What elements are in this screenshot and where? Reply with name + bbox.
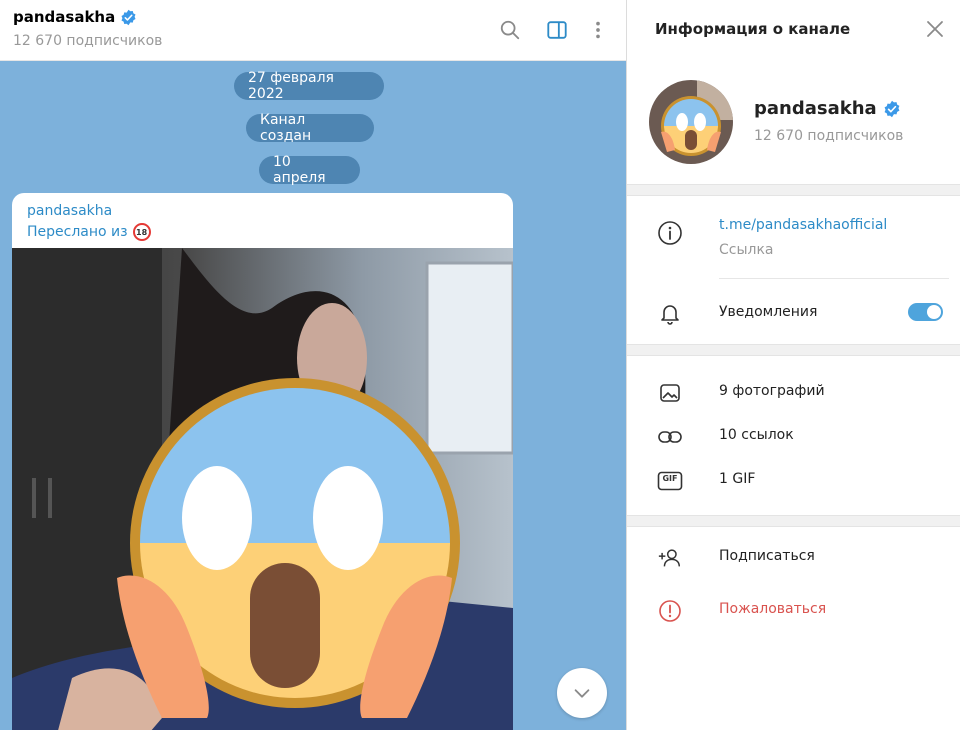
info-icon	[657, 220, 683, 246]
bell-icon	[657, 300, 683, 326]
more-vertical-icon[interactable]	[586, 18, 610, 42]
gif-icon-text: GIF	[662, 474, 678, 483]
message-bubble[interactable]: pandasakha Переслано из 18	[12, 193, 513, 730]
media-links[interactable]: 10 ссылок	[719, 427, 794, 443]
photo-icon	[657, 380, 683, 406]
chat-subscribers: 12 670 подписчиков	[13, 33, 163, 49]
section-divider	[627, 344, 960, 356]
section-divider	[627, 515, 960, 527]
chat-title-text: pandasakha	[13, 8, 116, 26]
date-pill: 27 февраля 2022	[234, 70, 384, 102]
message-author[interactable]: pandasakha	[27, 203, 112, 219]
chevron-down-icon	[574, 689, 590, 698]
sidebar-toggle-icon[interactable]	[545, 18, 569, 42]
verified-badge-icon	[884, 100, 900, 117]
search-icon[interactable]	[498, 18, 522, 42]
chat-area: pandasakha 12 670 подписчиков 27 февраля…	[0, 0, 626, 730]
gif-icon: GIF	[657, 468, 683, 494]
notifications-toggle[interactable]	[908, 303, 943, 321]
age-18-badge-icon: 18	[132, 223, 151, 241]
section-divider	[627, 184, 960, 196]
info-panel-title: Информация о канале	[655, 20, 851, 38]
verified-badge-icon	[121, 9, 136, 25]
report-button[interactable]: Пожаловаться	[719, 601, 826, 617]
forwarded-label: Переслано из	[27, 224, 128, 240]
notifications-label: Уведомления	[719, 304, 818, 320]
channel-link-label: Ссылка	[719, 242, 774, 258]
add-user-icon	[657, 545, 683, 571]
message-photo[interactable]	[12, 248, 513, 730]
date-pill: 10 апреля	[259, 154, 360, 186]
media-photos[interactable]: 9 фотографий	[719, 383, 825, 399]
channel-name-text: pandasakha	[754, 98, 877, 119]
chat-title[interactable]: pandasakha	[13, 8, 137, 26]
report-icon	[657, 598, 683, 624]
service-message: Канал создан	[246, 112, 374, 144]
subscribe-button[interactable]: Подписаться	[719, 548, 815, 564]
channel-link[interactable]: t.me/pandasakhaofficial	[719, 217, 887, 233]
channel-name: pandasakha	[754, 98, 901, 119]
link-icon	[657, 424, 683, 450]
forwarded-from[interactable]: Переслано из 18	[27, 223, 151, 241]
media-gif[interactable]: 1 GIF	[719, 471, 755, 487]
channel-avatar[interactable]	[649, 80, 733, 164]
close-icon[interactable]	[925, 19, 945, 39]
chat-header[interactable]: pandasakha 12 670 подписчиков	[0, 0, 626, 61]
row-divider	[719, 278, 949, 279]
scroll-down-button[interactable]	[557, 668, 607, 718]
channel-subscribers: 12 670 подписчиков	[754, 128, 904, 144]
channel-info-panel: Информация о канале pandasakha 12 670 по…	[626, 0, 960, 730]
